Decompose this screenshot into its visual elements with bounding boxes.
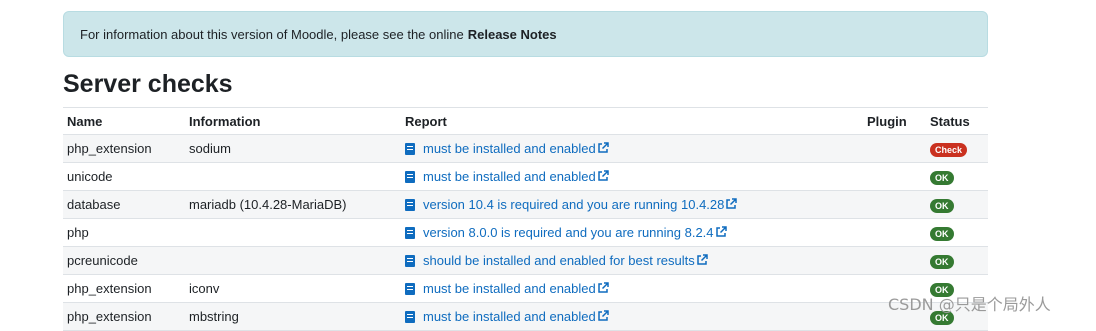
row-plugin [863,162,926,191]
table-row: php_extension mbstring must be installed… [63,302,988,331]
row-status: OK [926,162,988,191]
row-report: version 8.0.0 is required and you are ru… [401,218,863,247]
book-icon[interactable] [405,171,415,183]
table-header-row: Name Information Report Plugin Status [63,107,988,135]
status-badge: OK [930,170,954,185]
row-name: database [63,190,185,219]
book-icon[interactable] [405,143,415,155]
report-link[interactable]: version 8.0.0 is required and you are ru… [423,225,714,240]
table-row: php version 8.0.0 is required and you ar… [63,218,988,247]
report-link[interactable]: should be installed and enabled for best… [423,253,695,268]
row-name: php_extension [63,302,185,331]
book-icon[interactable] [405,311,415,323]
row-information: sodium [185,134,401,163]
header-report: Report [401,107,863,135]
status-badge: OK [930,226,954,241]
row-name: php_extension [63,134,185,163]
row-plugin [863,218,926,247]
alert-text: For information about this version of Mo… [80,26,464,42]
table-row: pcreunicode should be installed and enab… [63,246,988,275]
row-name: pcreunicode [63,246,185,275]
row-information: mbstring [185,302,401,331]
report-link[interactable]: must be installed and enabled [423,281,596,296]
row-plugin [863,134,926,163]
row-report: must be installed and enabled [401,302,863,331]
row-name: php_extension [63,274,185,303]
row-status: OK [926,246,988,275]
row-status: Check [926,134,988,163]
table-row: php_extension sodium must be installed a… [63,134,988,163]
row-status: OK [926,190,988,219]
external-link-icon[interactable] [696,254,708,266]
external-link-icon[interactable] [597,310,609,322]
table-row: unicode must be installed and enabled OK [63,162,988,191]
book-icon[interactable] [405,283,415,295]
watermark: CSDN @只是个局外人 [888,295,1051,314]
row-report: must be installed and enabled [401,274,863,303]
row-report: must be installed and enabled [401,162,863,191]
row-status: OK [926,218,988,247]
external-link-icon[interactable] [715,226,727,238]
row-plugin [863,190,926,219]
release-notes-alert: For information about this version of Mo… [63,11,988,57]
row-information [185,162,401,191]
report-link[interactable]: must be installed and enabled [423,141,596,156]
header-name: Name [63,107,185,135]
header-plugin: Plugin [863,107,926,135]
table-row: php_extension iconv must be installed an… [63,274,988,303]
external-link-icon[interactable] [597,170,609,182]
report-link[interactable]: version 10.4 is required and you are run… [423,197,724,212]
book-icon[interactable] [405,255,415,267]
external-link-icon[interactable] [725,198,738,210]
table-row: database mariadb (10.4.28-MariaDB) versi… [63,190,988,219]
book-icon[interactable] [405,199,415,211]
row-information [185,246,401,275]
server-checks-heading: Server checks [63,70,233,98]
row-information [185,218,401,247]
row-name: unicode [63,162,185,191]
external-link-icon[interactable] [597,282,609,294]
external-link-icon[interactable] [597,142,609,154]
book-icon[interactable] [405,227,415,239]
row-report: version 10.4 is required and you are run… [401,190,863,219]
status-badge: Check [930,142,968,157]
row-information: mariadb (10.4.28-MariaDB) [185,190,401,219]
server-checks-table: Name Information Report Plugin Status ph… [63,107,988,331]
release-notes-link[interactable]: Release Notes [468,27,557,42]
row-report: must be installed and enabled [401,134,863,163]
row-plugin [863,246,926,275]
status-badge: OK [930,254,954,269]
status-badge: OK [930,198,954,213]
row-report: should be installed and enabled for best… [401,246,863,275]
row-information: iconv [185,274,401,303]
row-name: php [63,218,185,247]
report-link[interactable]: must be installed and enabled [423,169,596,184]
header-information: Information [185,107,401,135]
header-status: Status [926,107,988,135]
